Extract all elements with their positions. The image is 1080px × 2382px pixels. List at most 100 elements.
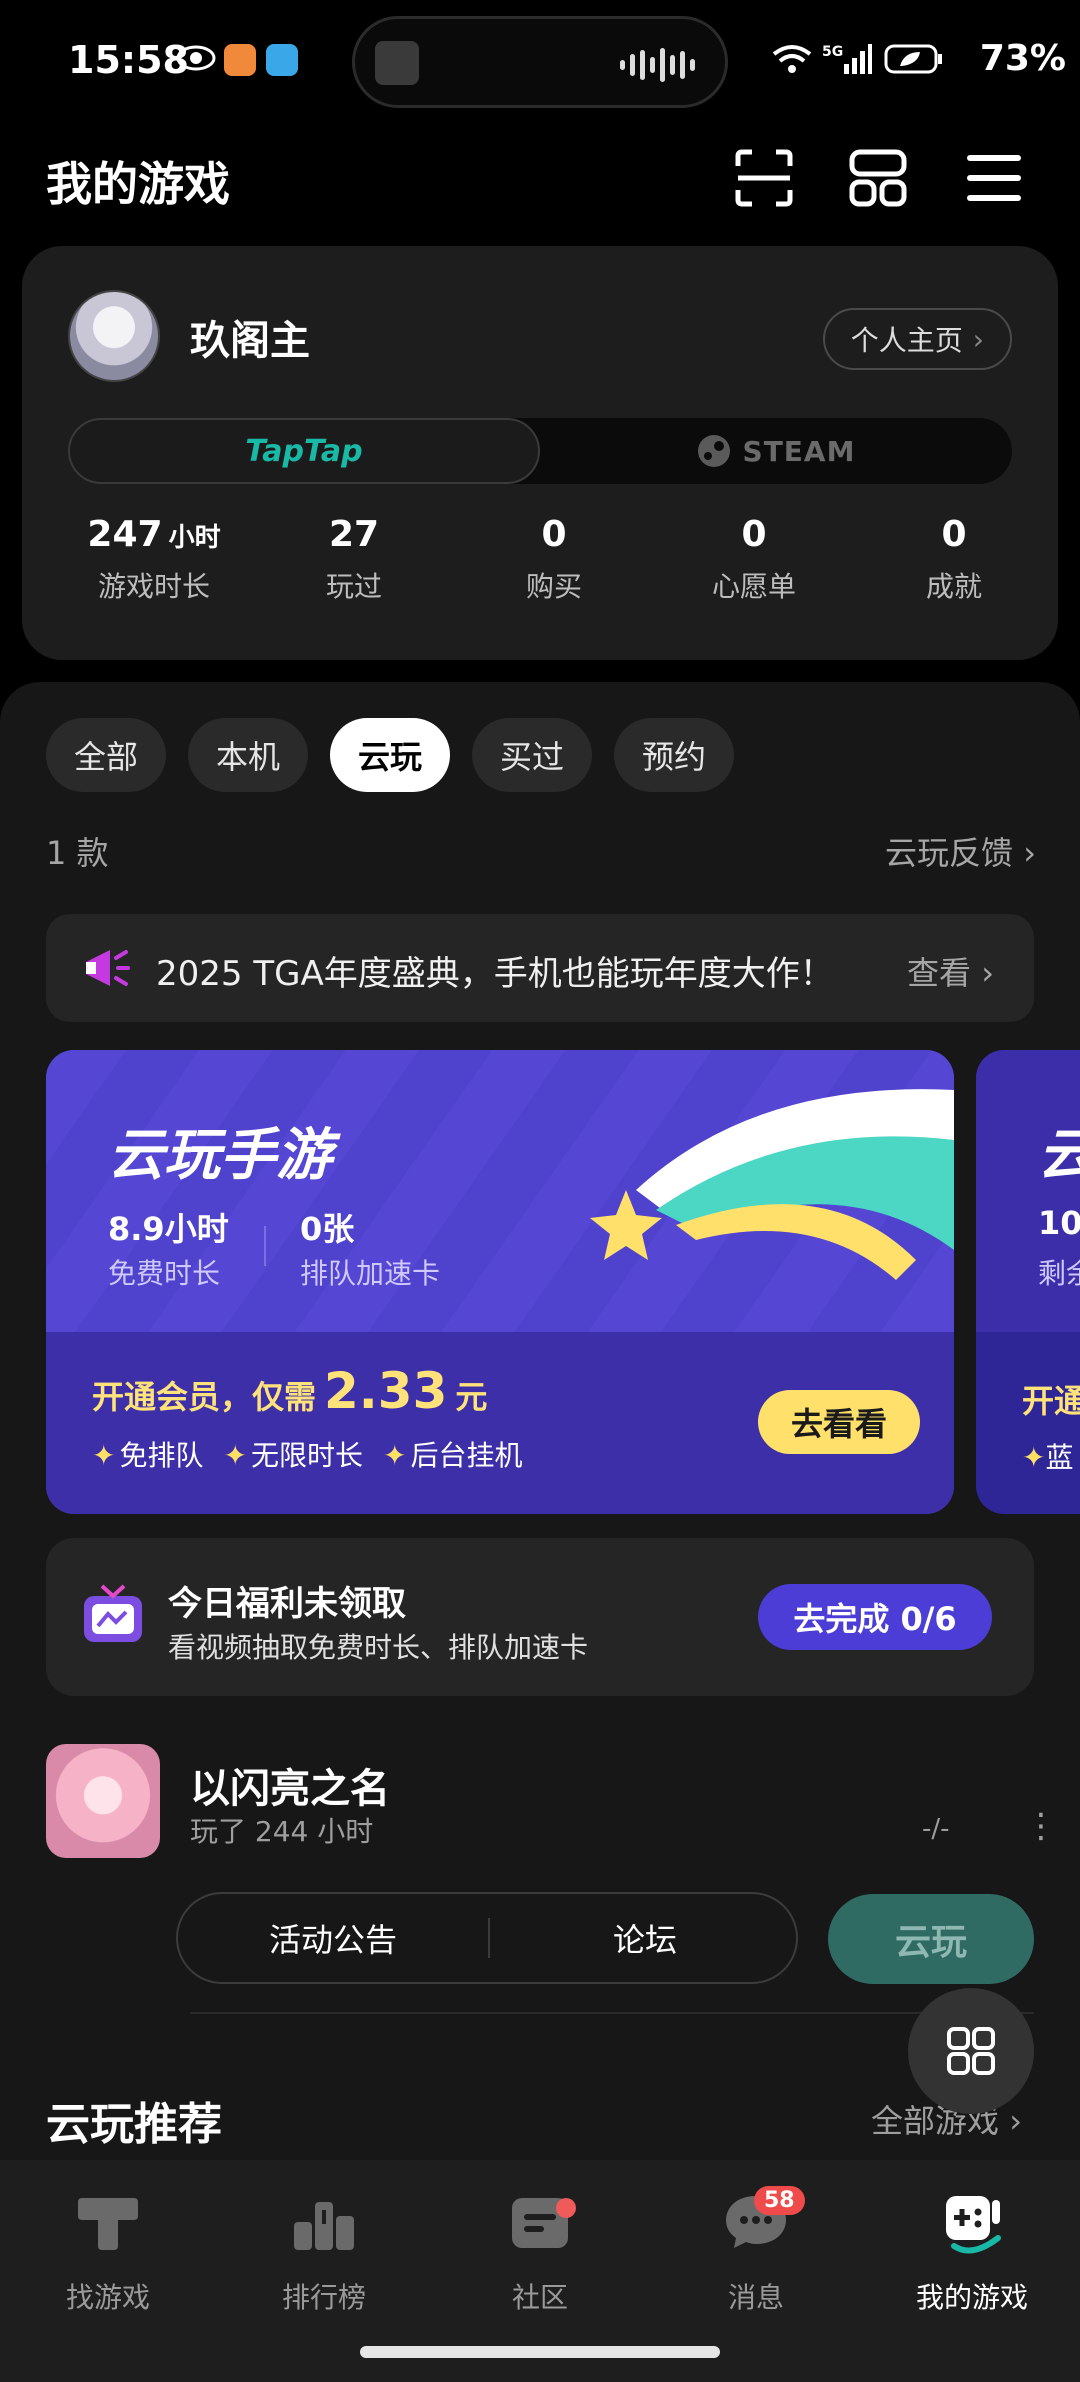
platform-taptap-tab[interactable]: TapTap [68,418,540,484]
media-thumbnail [375,41,419,85]
nav-community[interactable]: 社区 [432,2186,648,2316]
eye-icon [176,45,216,71]
filter-reserved[interactable]: 预约 [614,718,735,792]
promo-free-time-label: 免费时长 [108,1257,221,1290]
cloud-feedback-link[interactable]: 云玩反馈 › [885,828,1036,874]
message-badge: 58 [754,2186,805,2215]
filter-cloud[interactable]: 云玩 [330,718,451,792]
promo-title: 云玩手游 [108,1123,332,1188]
task-complete-button[interactable]: 去完成 0/6 [758,1584,992,1650]
cloud-promo-card[interactable]: 云玩手游 8.9小时 免费时长 0张 排队加速卡 开通会员，仅需2.33元 免排… [46,1050,954,1514]
nav-label: 社区 [511,2281,568,2314]
platform-switch: TapTap STEAM [68,418,1012,484]
game-status: -/- [922,1814,950,1844]
status-bar: 15:58 5G 73% [0,0,1080,120]
stat-playtime[interactable]: 247 小时 游戏时长 [54,514,254,605]
stat-wishlist[interactable]: 0 心愿单 [654,514,854,605]
steam-icon [697,435,730,467]
promo-price: 开通会员，仅需 2.33 元 [92,1362,487,1420]
nav-messages[interactable]: 58 消息 [648,2186,864,2316]
app-notification-icon [224,44,256,76]
cloud-play-button[interactable]: 云玩 [828,1894,1034,1984]
announcement-text: 2025 TGA年度盛典，手机也能玩年度大作！ [156,954,834,994]
game-count: 1 款 [46,834,109,872]
avatar[interactable] [68,290,160,382]
game-action-group: 活动公告 论坛 [176,1892,798,1984]
shooting-star-icon [590,1089,954,1280]
stat-label: 购买 [525,570,582,603]
dynamic-island[interactable] [352,16,728,108]
recommend-title: 云玩推荐 [46,2099,222,2150]
filter-bought[interactable]: 买过 [472,718,593,792]
promo-card-label: 排队加速卡 [300,1257,441,1290]
nav-label: 排行榜 [281,2281,366,2314]
status-time: 15:58 [68,38,189,82]
scan-icon[interactable] [734,148,794,208]
profile-card: 玖阁主 个人主页 › TapTap STEAM 247 小时 游戏时长 27 玩过 0… [22,246,1058,660]
stat-value: 27 [328,514,380,555]
battery-icon [884,44,942,74]
grid-icon [947,2027,995,2075]
price-prefix: 开通会员，仅需 [92,1378,317,1416]
price-value: 2.33 [324,1362,448,1420]
promo-card-peek[interactable]: 云 10 剩余 开通 ✦蓝 [976,1050,1080,1514]
game-name[interactable]: 以闪亮之名 [190,1756,390,1814]
announcement-more[interactable]: 查看 › [907,948,994,994]
chevron-right-icon: › [972,322,984,356]
wifi-icon [772,45,812,73]
divider [264,1226,266,1266]
filter-all[interactable]: 全部 [46,718,167,792]
platform-steam-tab[interactable]: STEAM [540,418,1012,484]
forum-button[interactable]: 论坛 [490,1894,800,1982]
chevron-right-icon: › [1009,2102,1022,2140]
nav-my-games[interactable]: 我的游戏 [864,2186,1080,2316]
stat-label: 游戏时长 [97,570,210,603]
daily-task-card[interactable]: 今日福利未领取 看视频抽取免费时长、排队加速卡 去完成 0/6 [46,1538,1034,1696]
stat-value: 0 [541,514,567,555]
floating-grid-button[interactable] [908,1988,1034,2114]
menu-icon[interactable] [964,148,1024,208]
home-indicator[interactable] [360,2346,720,2358]
announcement-banner[interactable]: 2025 TGA年度盛典，手机也能玩年度大作！ 查看 › [46,914,1034,1022]
stat-value: 0 [741,514,767,555]
nav-ranking[interactable]: 排行榜 [216,2186,432,2316]
peek-perk: ✦蓝 [1022,1441,1074,1474]
stat-purchased[interactable]: 0 购买 [454,514,654,605]
perk-item: 免排队 [92,1434,203,1474]
task-title: 今日福利未领取 [168,1584,406,1624]
profile-home-label: 个人主页 [850,324,963,357]
nav-label: 找游戏 [65,2281,150,2314]
layout-icon[interactable] [848,148,908,208]
price-unit: 元 [455,1378,488,1416]
announcement-more-label: 查看 [907,954,972,992]
more-options-icon[interactable]: ⋮ [1024,1806,1058,1846]
filter-local[interactable]: 本机 [188,718,309,792]
stat-label: 玩过 [325,570,382,603]
perk-item: 后台挂机 [383,1434,522,1474]
peek-label: 剩余 [1038,1257,1080,1290]
audio-wave-icon [620,47,695,83]
svg-text:5G: 5G [822,44,843,60]
megaphone-icon [86,950,130,986]
perk-item: 无限时长 [223,1434,363,1474]
stat-achievements[interactable]: 0 成就 [854,514,1054,605]
signal-icon: 5G [822,44,872,74]
battery-percent: 73% [979,38,1066,79]
promo-perks: 免排队 无限时长 后台挂机 [92,1434,522,1474]
ranking-icon [294,2202,354,2250]
activity-notice-button[interactable]: 活动公告 [178,1894,488,1982]
user-name[interactable]: 玖阁主 [190,308,310,366]
peek-price: 开通 [1022,1382,1080,1420]
stat-label: 心愿单 [711,570,796,603]
gamepad-icon [946,2196,1001,2254]
nav-label: 消息 [727,2281,784,2314]
promo-cta-button[interactable]: 去看看 [758,1390,920,1454]
profile-home-button[interactable]: 个人主页 › [822,308,1012,370]
tv-gift-icon [84,1584,142,1642]
divider [190,2012,1034,2014]
game-icon[interactable] [46,1744,160,1858]
page-title: 我的游戏 [46,157,230,211]
peek-value: 10 [1038,1204,1080,1242]
nav-find-games[interactable]: 找游戏 [0,2186,216,2316]
stat-played[interactable]: 27 玩过 [254,514,454,605]
